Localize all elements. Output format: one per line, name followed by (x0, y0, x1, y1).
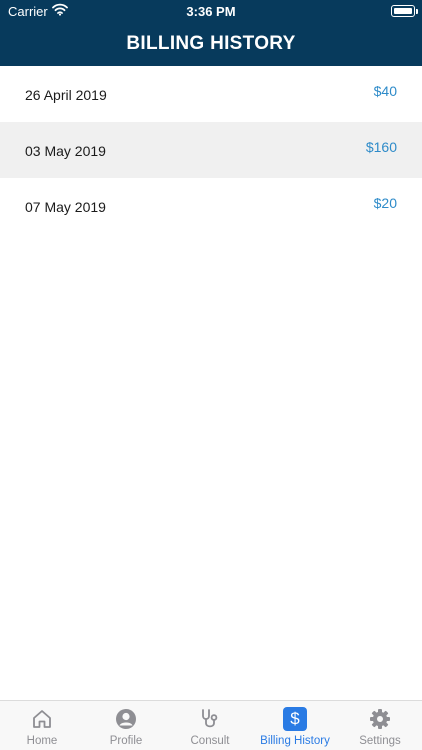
dollar-icon: $ (283, 707, 307, 731)
billing-amount: $160 (365, 139, 397, 155)
billing-row[interactable]: 07 May 2019 $20 (0, 178, 422, 234)
top-header: Carrier 3:36 PM BILLING HISTORY (0, 0, 422, 66)
tab-profile[interactable]: Profile (84, 701, 168, 750)
tab-settings[interactable]: Settings (338, 701, 422, 750)
page-title: BILLING HISTORY (126, 33, 296, 54)
battery-icon (391, 5, 418, 17)
clock-time: 3:36 PM (186, 4, 236, 19)
home-icon (33, 710, 51, 728)
status-bar: Carrier 3:36 PM (0, 0, 422, 22)
billing-date: 07 May 2019 (25, 199, 106, 215)
stethoscope-icon (202, 709, 218, 728)
billing-row[interactable]: 26 April 2019 $40 (0, 66, 422, 122)
billing-date: 26 April 2019 (25, 87, 107, 103)
tab-label: Settings (359, 735, 401, 747)
tab-billing-history[interactable]: $ Billing History (253, 701, 337, 750)
tab-label: Consult (190, 735, 230, 747)
billing-list: 26 April 2019 $40 03 May 2019 $160 07 Ma… (0, 66, 422, 234)
billing-row[interactable]: 03 May 2019 $160 (0, 122, 422, 178)
tab-consult[interactable]: Consult (168, 701, 252, 750)
tab-label: Home (26, 735, 58, 747)
billing-date: 03 May 2019 (25, 143, 106, 159)
tab-bar: Home Profile Consult $ Billing History S… (0, 700, 422, 750)
tab-label: Billing History (260, 735, 330, 747)
profile-icon (116, 709, 136, 729)
tab-home[interactable]: Home (0, 701, 84, 750)
billing-amount: $20 (373, 195, 397, 211)
tab-label: Profile (109, 735, 143, 747)
gear-icon (370, 709, 390, 729)
billing-amount: $40 (373, 83, 397, 99)
